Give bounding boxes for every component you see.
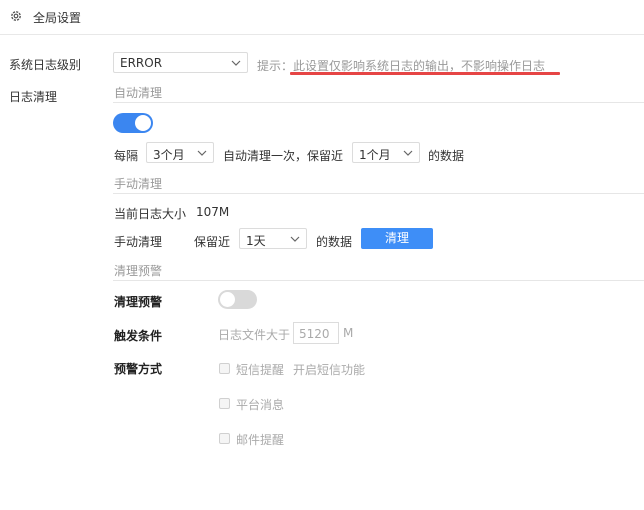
auto-clean-toggle[interactable]	[113, 113, 153, 133]
gear-icon	[11, 11, 21, 21]
method-label: 预警方式	[114, 362, 163, 376]
auto-suffix: 的数据	[428, 149, 465, 163]
log-size-value: 107M	[196, 205, 230, 219]
divider	[113, 102, 644, 103]
manual-keep-label: 保留近	[194, 235, 231, 249]
divider	[113, 280, 644, 281]
platform-label: 平台消息	[236, 398, 285, 412]
chevron-down-icon	[197, 150, 207, 156]
auto-mid-text: 自动清理一次，保留近	[223, 149, 344, 163]
auto-clean-section: 自动清理	[114, 86, 163, 100]
divider	[113, 193, 644, 194]
sms-label: 短信提醒	[236, 363, 285, 377]
email-checkbox[interactable]	[219, 433, 230, 444]
chevron-down-icon	[403, 150, 413, 156]
auto-keep-value: 1个月	[359, 148, 391, 162]
enable-sms-link[interactable]: 开启短信功能	[293, 361, 365, 378]
auto-interval-value: 3个月	[153, 148, 185, 162]
email-label: 邮件提醒	[236, 433, 285, 447]
manual-clean-label: 手动清理	[114, 235, 163, 249]
toggle-knob	[135, 115, 151, 131]
manual-keep-value: 1天	[246, 234, 266, 248]
trigger-label: 触发条件	[114, 329, 163, 343]
chevron-down-icon	[231, 60, 241, 66]
warning-toggle-label: 清理预警	[114, 295, 163, 309]
trigger-text: 日志文件大于	[218, 328, 291, 342]
log-level-label: 系统日志级别	[9, 58, 82, 72]
manual-keep-select[interactable]: 1天	[239, 228, 307, 249]
log-level-select[interactable]: ERROR	[113, 52, 248, 73]
page-header	[0, 0, 644, 35]
manual-clean-section: 手动清理	[114, 177, 163, 191]
clean-button[interactable]: 清理	[361, 228, 433, 249]
log-clean-label: 日志清理	[9, 90, 58, 104]
toggle-knob	[220, 292, 235, 307]
platform-checkbox[interactable]	[219, 398, 230, 409]
auto-keep-select[interactable]: 1个月	[352, 142, 420, 163]
page-title: 全局设置	[33, 11, 82, 25]
trigger-size-input[interactable]: 5120	[293, 322, 339, 344]
warning-section: 清理预警	[114, 264, 163, 278]
hint-underline	[290, 72, 560, 75]
every-label: 每隔	[114, 149, 139, 163]
sms-checkbox[interactable]	[219, 363, 230, 374]
auto-interval-select[interactable]: 3个月	[146, 142, 214, 163]
warning-toggle[interactable]	[218, 290, 257, 309]
chevron-down-icon	[290, 236, 300, 242]
manual-suffix: 的数据	[316, 235, 353, 249]
log-level-value: ERROR	[120, 56, 163, 70]
log-size-label: 当前日志大小	[114, 207, 187, 221]
trigger-unit: M	[343, 326, 354, 340]
